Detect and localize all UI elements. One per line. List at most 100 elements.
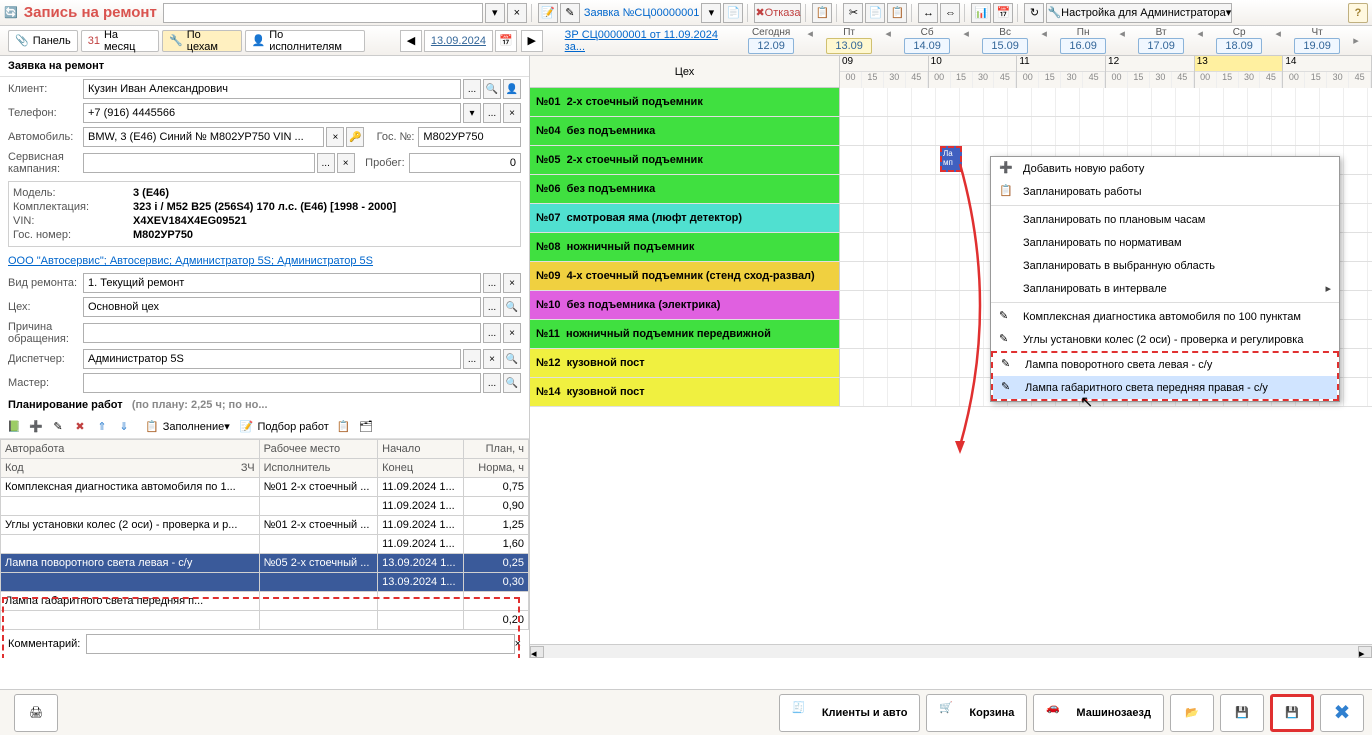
comment-clear[interactable]: ×	[515, 638, 521, 650]
day-col-13.09[interactable]: Пт13.09	[818, 27, 880, 54]
day-col-15.09[interactable]: Вс15.09	[974, 27, 1036, 54]
car-in-btn[interactable]: 🚗Машинозаезд	[1033, 694, 1164, 732]
plan-row[interactable]: Лампа габаритного света передняя п...	[1, 592, 529, 611]
hscroll-left[interactable]: ◂	[530, 646, 544, 658]
paste-btn[interactable]: 📋	[887, 3, 907, 23]
menu-item[interactable]: ✎Комплексная диагностика автомобиля по 1…	[991, 305, 1339, 328]
next-day-btn[interactable]: ▶	[521, 30, 543, 52]
campaign-pick[interactable]: ...	[317, 153, 335, 173]
auto-clear[interactable]: ×	[326, 127, 344, 147]
plan-pick-btn[interactable]: 📝 Подбор работ	[235, 417, 334, 437]
plan-row[interactable]: Комплексная диагностика автомобиля по 1.…	[1, 478, 529, 497]
title-clear[interactable]: ×	[507, 3, 527, 23]
save-btn[interactable]: 💾	[1270, 694, 1314, 732]
plan-delete[interactable]: ✖	[70, 417, 90, 437]
master-field[interactable]	[83, 373, 481, 393]
day-col-19.09[interactable]: Чт19.09	[1286, 27, 1348, 54]
prev-day-btn[interactable]: ◀	[400, 30, 422, 52]
client-pick[interactable]: ...	[463, 79, 481, 99]
gos-field[interactable]: М802УР750	[418, 127, 521, 147]
settings-btn[interactable]: 🔧 Настройка для Администратора ▾	[1046, 3, 1232, 23]
print-btn[interactable]: 🖨	[14, 694, 58, 732]
appointment-block[interactable]: Ла мп	[940, 146, 962, 172]
day-col-16.09[interactable]: Пн16.09	[1052, 27, 1114, 54]
client-field[interactable]: Кузин Иван Александрович	[83, 79, 461, 99]
menu-item[interactable]: ✎Лампа габаритного света передняя правая…	[993, 376, 1337, 399]
month-btn[interactable]: 31 На месяц	[81, 30, 159, 52]
disp-clear[interactable]: ×	[483, 349, 501, 369]
plan-up[interactable]: ⇑	[92, 417, 112, 437]
lift-row-№01[interactable]: №01 2-х стоечный подъемник	[530, 88, 1372, 117]
client-open[interactable]: 🔍	[483, 79, 501, 99]
copy-btn[interactable]: 📋	[812, 3, 832, 23]
master-open[interactable]: 🔍	[503, 373, 521, 393]
shop-pick[interactable]: ...	[483, 297, 501, 317]
comment-field[interactable]	[86, 634, 514, 654]
day-col-14.09[interactable]: Сб14.09	[896, 27, 958, 54]
master-pick[interactable]: ...	[483, 373, 501, 393]
clients-btn[interactable]: 🧾Клиенты и авто	[779, 694, 921, 732]
date-display[interactable]: 13.09.2024	[424, 30, 493, 52]
refresh-btn[interactable]: ↻	[1024, 3, 1044, 23]
help-btn[interactable]: ?	[1348, 3, 1368, 23]
refuse-btn[interactable]: ✖ Отказа	[754, 3, 801, 23]
repair-type-field[interactable]: 1. Текущий ремонт	[83, 273, 481, 293]
plan-row[interactable]: 11.09.2024 1...1,60	[1, 535, 529, 554]
save-as-btn[interactable]: 💾	[1220, 694, 1264, 732]
planner-btn[interactable]: 📅	[993, 3, 1013, 23]
phone-dd[interactable]: ▾	[463, 103, 481, 123]
date-pick-btn[interactable]: 📅	[495, 30, 517, 52]
phone-field[interactable]: +7 (916) 4445566	[83, 103, 461, 123]
auto-key-icon[interactable]: 🔑	[346, 127, 364, 147]
by-worker-btn[interactable]: 👤 По исполнителям	[245, 30, 366, 52]
copy2-btn[interactable]: 📄	[865, 3, 885, 23]
repair-pick[interactable]: ...	[483, 273, 501, 293]
plan-extra2[interactable]: 🗂	[356, 417, 376, 437]
reason-clear[interactable]: ×	[503, 323, 521, 343]
mileage-field[interactable]: 0	[409, 153, 521, 173]
shop-open[interactable]: 🔍	[503, 297, 521, 317]
day-col-18.09[interactable]: Ср18.09	[1208, 27, 1270, 54]
menu-item[interactable]: ➕Добавить новую работу	[991, 157, 1339, 180]
planning-table[interactable]: АвтоработаРабочее местоНачалоПлан, ч Код…	[0, 439, 529, 630]
plan-extra1[interactable]: 📋	[334, 417, 354, 437]
menu-item[interactable]: Запланировать в интервале▸	[991, 277, 1339, 300]
order-icon-btn[interactable]: 📝	[538, 3, 558, 23]
plan-edit[interactable]: ✎	[48, 417, 68, 437]
plan-row[interactable]: Лампа поворотного света левая - с/у№05 2…	[1, 554, 529, 573]
dispatcher-field[interactable]: Администратор 5S	[83, 349, 461, 369]
expand-btn[interactable]: ⇔	[940, 3, 960, 23]
folder-btn[interactable]: 📂	[1170, 694, 1214, 732]
order-link[interactable]: Заявка №СЦ00000001	[584, 7, 700, 19]
order-edit-btn[interactable]: ✎	[560, 3, 580, 23]
reason-pick[interactable]: ...	[483, 323, 501, 343]
order-edit2[interactable]: 📄	[723, 3, 743, 23]
title-search-input[interactable]	[163, 3, 483, 23]
panel-btn[interactable]: 📎 Панель	[8, 30, 78, 52]
day-col-17.09[interactable]: Вт17.09	[1130, 27, 1192, 54]
menu-item[interactable]: ✎Лампа поворотного света левая - с/у	[993, 353, 1337, 376]
menu-item[interactable]: 📋Запланировать работы	[991, 180, 1339, 203]
cart-btn[interactable]: 🛒Корзина	[926, 694, 1027, 732]
hscroll-right[interactable]: ▸	[1358, 646, 1372, 658]
auto-field[interactable]: BMW, 3 (E46) Синий № М802УР750 VIN ...	[83, 127, 324, 147]
client-add[interactable]: 👤	[503, 79, 521, 99]
repair-clear[interactable]: ×	[503, 273, 521, 293]
order-dropdown[interactable]: ▾	[701, 3, 721, 23]
doc-link[interactable]: ЗР СЦ00000001 от 11.09.2024 за...	[565, 29, 740, 53]
menu-item[interactable]: ✎Углы установки колес (2 оси) - проверка…	[991, 328, 1339, 351]
chart-btn[interactable]: 📊	[971, 3, 991, 23]
title-dropdown[interactable]: ▾	[485, 3, 505, 23]
menu-item[interactable]: Запланировать по нормативам	[991, 231, 1339, 254]
plan-row[interactable]: 11.09.2024 1...0,90	[1, 497, 529, 516]
plan-row[interactable]: Углы установки колес (2 оси) - проверка …	[1, 516, 529, 535]
disp-open[interactable]: 🔍	[503, 349, 521, 369]
campaign-field[interactable]	[83, 153, 315, 173]
disp-pick[interactable]: ...	[463, 349, 481, 369]
cut-btn[interactable]: ✂	[843, 3, 863, 23]
plan-down[interactable]: ⇓	[114, 417, 134, 437]
plan-fill-btn[interactable]: 📋 Заполнение ▾	[140, 417, 235, 437]
by-shop-btn[interactable]: 🔧 По цехам	[162, 30, 241, 52]
reason-field[interactable]	[83, 323, 481, 343]
plan-add[interactable]: ➕	[26, 417, 46, 437]
